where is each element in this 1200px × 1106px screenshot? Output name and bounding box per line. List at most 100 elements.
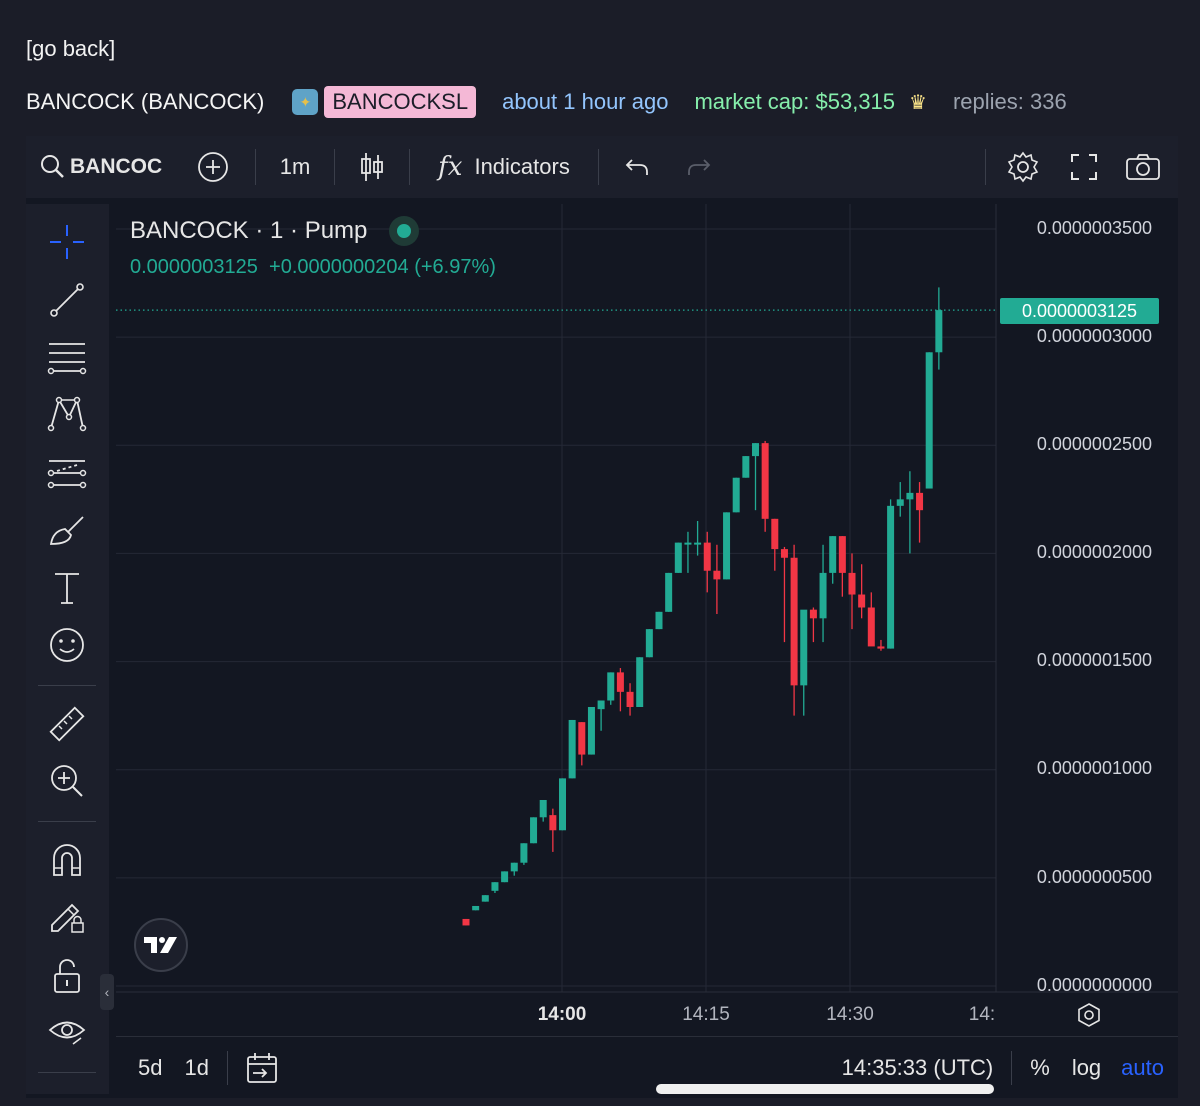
magnet-icon xyxy=(53,844,81,876)
candle-body xyxy=(472,905,480,911)
crosshair-icon xyxy=(50,225,84,259)
symbol-search[interactable]: BANCOC xyxy=(26,136,171,198)
candle-body xyxy=(713,570,721,580)
candle-body xyxy=(694,542,702,545)
candle-body xyxy=(559,778,566,831)
time-tick: 14:00 xyxy=(537,1004,587,1025)
goto-date-button[interactable] xyxy=(246,1052,278,1084)
candle-body xyxy=(780,549,788,558)
crosshair-tool[interactable] xyxy=(47,222,87,262)
candle-body xyxy=(906,492,914,500)
candle-body xyxy=(925,352,933,489)
candle-body xyxy=(723,512,731,580)
candle-body xyxy=(616,672,624,692)
candle-body xyxy=(674,542,682,573)
candle-body xyxy=(655,611,663,630)
candle-body xyxy=(501,871,509,883)
hide-drawings-tool[interactable] xyxy=(47,1012,87,1052)
token-avatar-icon: ✦ xyxy=(292,89,319,115)
undo-button[interactable] xyxy=(599,136,675,198)
toolbar-divider xyxy=(226,1050,228,1085)
indicators-button[interactable]: fx Indicators xyxy=(410,136,598,198)
candle-body xyxy=(462,918,470,926)
token-header: BANCOCK (BANCOCK) ✦ BANCOCKSL about 1 ho… xyxy=(26,84,1067,120)
magnet-tool[interactable] xyxy=(47,840,87,880)
unlock-icon xyxy=(54,959,80,993)
utc-clock[interactable]: 14:35:33 (UTC) xyxy=(842,1055,994,1081)
fib-tool[interactable] xyxy=(47,337,87,377)
candle-body xyxy=(742,456,750,478)
crown-icon: ♛ xyxy=(909,91,927,114)
price-tick: 0.0000002500 xyxy=(1036,434,1152,454)
candle-body xyxy=(829,536,837,573)
compare-button[interactable] xyxy=(171,136,255,198)
ruler-icon xyxy=(49,706,85,742)
forecast-tool[interactable] xyxy=(47,452,87,492)
market-cap: market cap: $53,315 xyxy=(694,89,896,114)
drawing-toolbar xyxy=(26,204,109,1094)
legend-symbol: BANCOCK · 1 · Pump xyxy=(130,217,368,244)
eye-icon xyxy=(48,1021,86,1045)
smiley-icon xyxy=(50,628,84,662)
chart-legend: BANCOCK · 1 · Pump xyxy=(130,216,420,246)
ticker-badge[interactable]: BANCOCKSL xyxy=(324,86,477,118)
top-toolbar: BANCOC 1m fx Indicators xyxy=(26,136,1178,198)
measure-tool[interactable] xyxy=(47,704,87,744)
zoom-tool[interactable] xyxy=(47,761,87,801)
candle-body xyxy=(549,815,557,831)
time-tick: 14: xyxy=(968,1004,996,1025)
log-scale-toggle[interactable]: log xyxy=(1072,1055,1101,1081)
range-5d-button[interactable]: 5d xyxy=(138,1055,162,1081)
tradingview-logo[interactable] xyxy=(134,918,188,972)
candle-body xyxy=(752,443,759,457)
candle-body xyxy=(607,672,615,701)
redo-button[interactable] xyxy=(675,136,723,198)
lock-all-tool[interactable] xyxy=(47,956,87,996)
search-icon xyxy=(41,155,64,178)
trendline-icon xyxy=(50,283,84,317)
text-icon xyxy=(55,573,79,604)
emoji-tool[interactable] xyxy=(47,625,87,665)
candle-body xyxy=(790,557,798,686)
price-tick: 0.0000003500 xyxy=(1036,218,1152,238)
candle-body xyxy=(539,799,547,818)
range-1d-button[interactable]: 1d xyxy=(184,1055,208,1081)
candle-body xyxy=(636,657,644,707)
horizontal-scrollbar[interactable] xyxy=(656,1084,994,1094)
fullscreen-button[interactable] xyxy=(1060,136,1108,198)
brush-tool[interactable] xyxy=(47,510,87,550)
screenshot-button[interactable] xyxy=(1108,136,1178,198)
interval-button[interactable]: 1m xyxy=(256,136,334,198)
symbol-input[interactable]: BANCOC xyxy=(70,155,162,179)
toolbar-divider xyxy=(38,821,96,822)
toolbar-divider xyxy=(38,685,96,686)
pattern-icon xyxy=(47,396,87,432)
collapse-toolbar-button[interactable]: ‹ xyxy=(100,974,114,1010)
horizontal-lines-icon xyxy=(47,343,87,375)
brush-icon xyxy=(49,516,84,545)
lock-drawing-tool[interactable] xyxy=(47,896,87,936)
go-back-link[interactable]: [go back] xyxy=(26,36,115,62)
time-tick: 14:30 xyxy=(826,1004,874,1025)
pencil-lock-icon xyxy=(51,903,84,933)
chart-type-button[interactable] xyxy=(335,136,409,198)
candle-body xyxy=(520,843,528,863)
candle-body xyxy=(491,882,499,891)
text-tool[interactable] xyxy=(47,568,87,608)
legend-price: 0.0000003125 xyxy=(130,256,258,278)
undo-icon xyxy=(625,159,648,175)
price-tick: 0.0000003000 xyxy=(1036,326,1152,346)
auto-scale-toggle[interactable]: auto xyxy=(1121,1055,1164,1081)
trendline-tool[interactable] xyxy=(47,280,87,320)
candle-body xyxy=(848,572,856,595)
percent-scale-toggle[interactable]: % xyxy=(1030,1055,1050,1081)
candle-body xyxy=(597,700,605,710)
settings-button[interactable] xyxy=(986,136,1060,198)
price-tick: 0.0000000000 xyxy=(1036,975,1152,995)
current-price-tag: 0.0000003125 xyxy=(1000,298,1159,324)
candle-body xyxy=(819,572,827,619)
axis-settings-button[interactable] xyxy=(1076,1002,1102,1033)
zoom-in-icon xyxy=(51,765,83,797)
pattern-tool[interactable] xyxy=(47,394,87,434)
price-tick: 0.0000001500 xyxy=(1036,650,1152,670)
